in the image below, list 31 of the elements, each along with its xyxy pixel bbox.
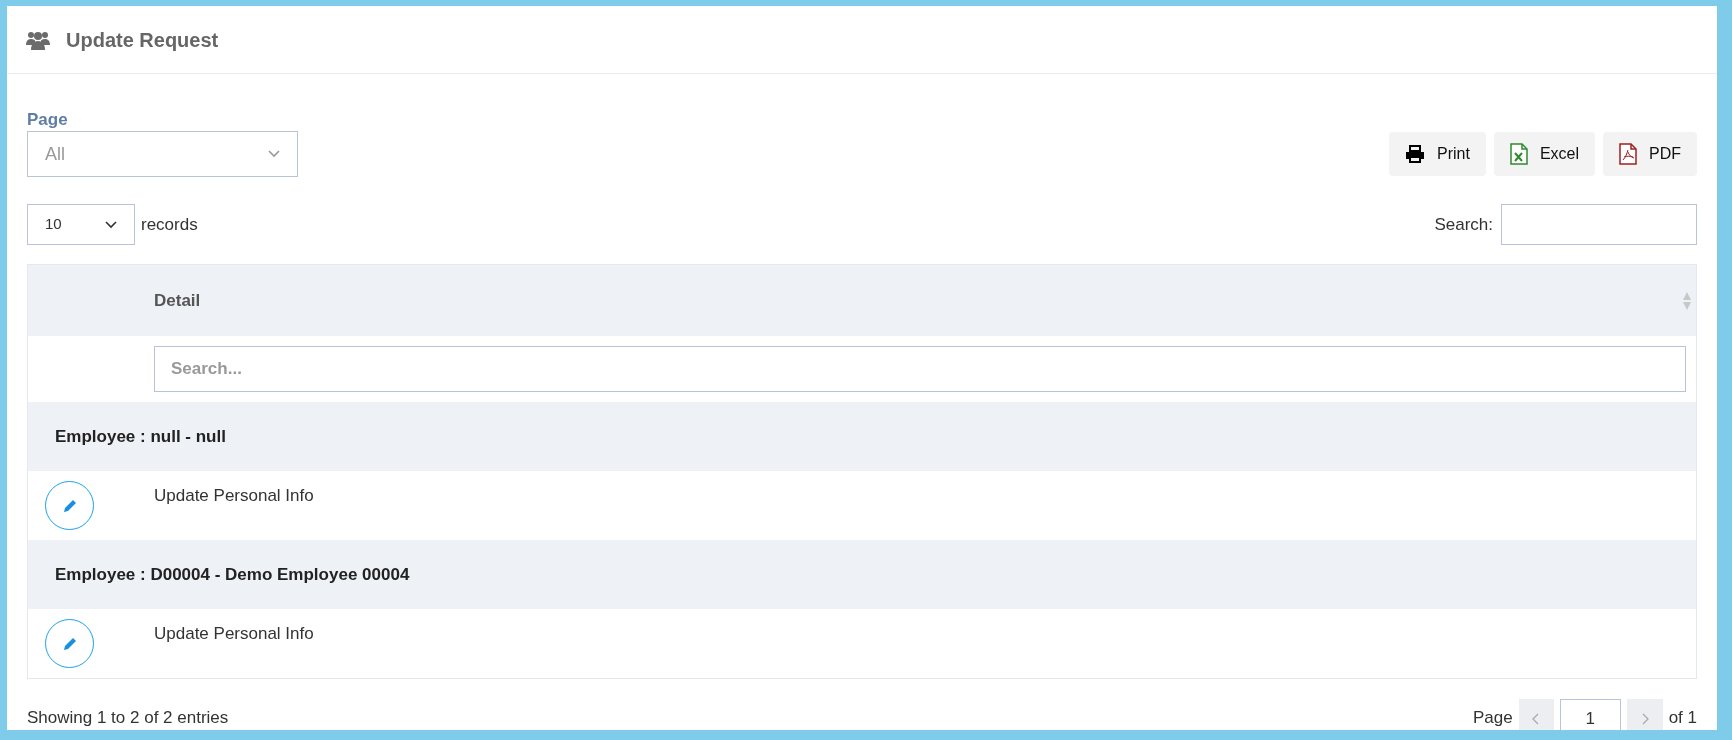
- page-title: Update Request: [66, 27, 219, 53]
- chevron-right-icon: [1640, 713, 1649, 725]
- column-header[interactable]: Detail: [154, 287, 201, 314]
- pencil-icon: [61, 635, 78, 652]
- search-field[interactable]: [1501, 204, 1697, 245]
- pager-label: Page: [1472, 707, 1513, 729]
- group-label: Employee : D00004 - Demo Employee 00004: [55, 563, 410, 586]
- request-type: Update Personal Info: [154, 623, 314, 645]
- pdf-file-icon: [1619, 143, 1637, 165]
- export-button[interactable]: Excel: [1493, 132, 1595, 176]
- export-button[interactable]: PDF: [1603, 132, 1697, 176]
- export-button[interactable]: Print: [1388, 132, 1486, 176]
- chevron-down-icon: [105, 220, 117, 229]
- sort-icon: [1682, 290, 1692, 311]
- search-label: Search:: [1434, 213, 1493, 236]
- page-number-field[interactable]: 1: [1559, 699, 1621, 730]
- printer-icon: [1404, 145, 1425, 163]
- group-label: Employee : null - null: [55, 425, 226, 448]
- column-search-field[interactable]: Search...: [154, 346, 1686, 392]
- records-label: records: [141, 213, 198, 236]
- filter-label: Page: [27, 110, 69, 130]
- previous-page-button[interactable]: [1518, 699, 1554, 730]
- chevron-down-icon: [268, 150, 280, 158]
- entries-info: Showing 1 to 2 of 2 entries: [27, 707, 229, 729]
- next-page-button[interactable]: [1626, 699, 1663, 730]
- page-count: of 1: [1668, 707, 1697, 729]
- records-select[interactable]: 10: [27, 204, 135, 245]
- pencil-icon: [61, 497, 78, 514]
- chevron-left-icon: [1532, 713, 1541, 725]
- request-type: Update Personal Info: [154, 485, 314, 507]
- spreadsheet-file-icon: [1509, 143, 1528, 165]
